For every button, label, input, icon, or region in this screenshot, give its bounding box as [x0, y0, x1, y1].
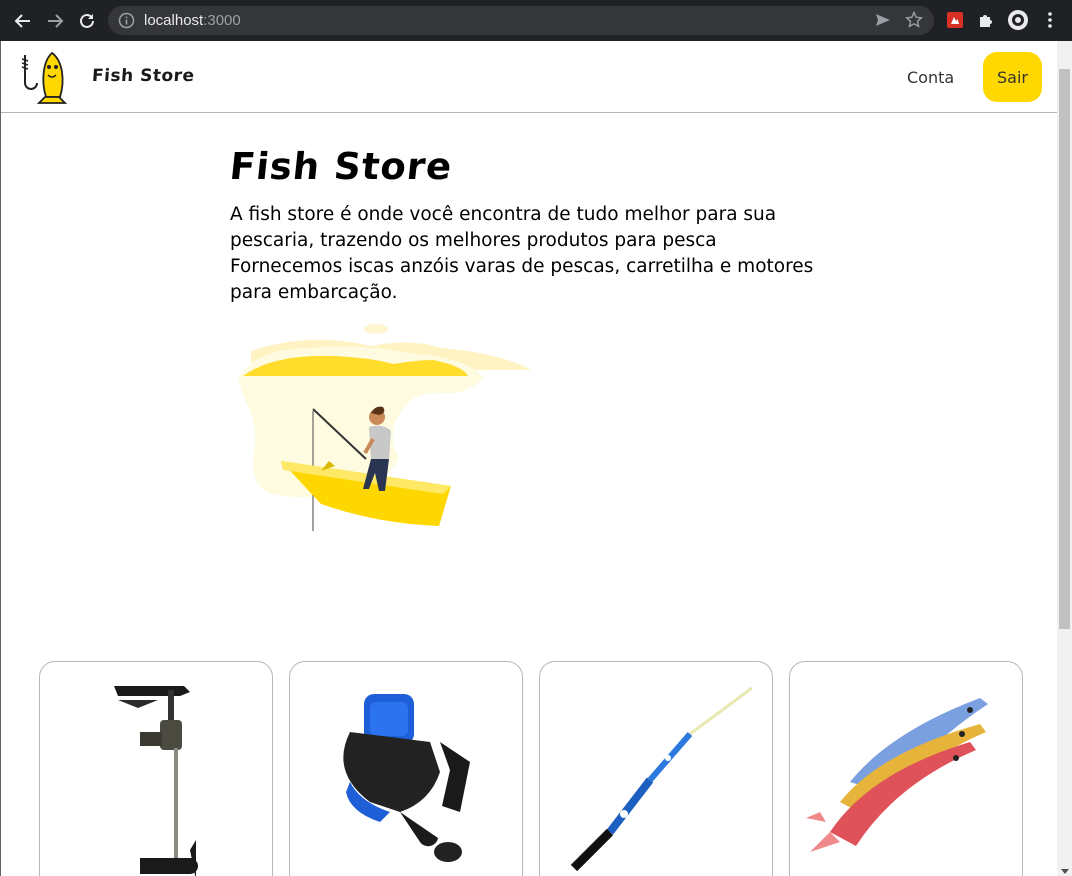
fish-logo-icon[interactable] — [17, 49, 73, 105]
page-viewport: Fish Store Conta Sair Fish Store A fish … — [0, 41, 1072, 876]
hero-title: Fish Store — [227, 145, 455, 188]
fisherman-boat-illustration — [239, 324, 531, 531]
hero-description: A fish store é onde você encontra de tud… — [230, 202, 830, 306]
arrow-left-icon[interactable] — [11, 9, 35, 33]
scrollbar-thumb[interactable] — [1059, 69, 1070, 629]
fishing-reel-image — [343, 694, 470, 862]
shrimp-lure-image — [806, 698, 988, 852]
profile-avatar-icon[interactable] — [1007, 9, 1029, 31]
arrow-right-icon[interactable] — [43, 9, 67, 33]
star-icon[interactable] — [903, 9, 925, 31]
brand-name[interactable]: Fish Store — [91, 66, 195, 86]
trolling-motor-image — [114, 686, 198, 876]
hero-description-line2: Fornecemos iscas anzóis varas de pescas,… — [230, 256, 814, 303]
nav-conta-link[interactable]: Conta — [907, 68, 954, 87]
info-icon[interactable] — [118, 12, 135, 29]
scroll-down-arrow-icon[interactable] — [1061, 869, 1069, 874]
menu-kebab-icon[interactable] — [1039, 9, 1061, 31]
product-card[interactable] — [789, 661, 1023, 876]
product-card[interactable] — [539, 661, 773, 876]
product-card[interactable] — [289, 661, 523, 876]
address-bar[interactable]: localhost:3000 — [108, 6, 934, 35]
send-icon[interactable] — [872, 9, 894, 31]
page-scrollbar[interactable] — [1057, 41, 1072, 876]
logout-button[interactable]: Sair — [983, 52, 1042, 102]
fishing-rod-image — [570, 686, 753, 872]
hero-description-line1: A fish store é onde você encontra de tud… — [230, 204, 777, 251]
address-url: localhost:3000 — [144, 12, 241, 29]
app-header: Fish Store Conta Sair — [1, 41, 1058, 113]
product-card[interactable] — [39, 661, 273, 876]
browser-toolbar: localhost:3000 — [0, 0, 1072, 41]
extension-red-icon[interactable] — [944, 9, 966, 31]
puzzle-extensions-icon[interactable] — [975, 9, 997, 31]
reload-icon[interactable] — [75, 9, 99, 33]
